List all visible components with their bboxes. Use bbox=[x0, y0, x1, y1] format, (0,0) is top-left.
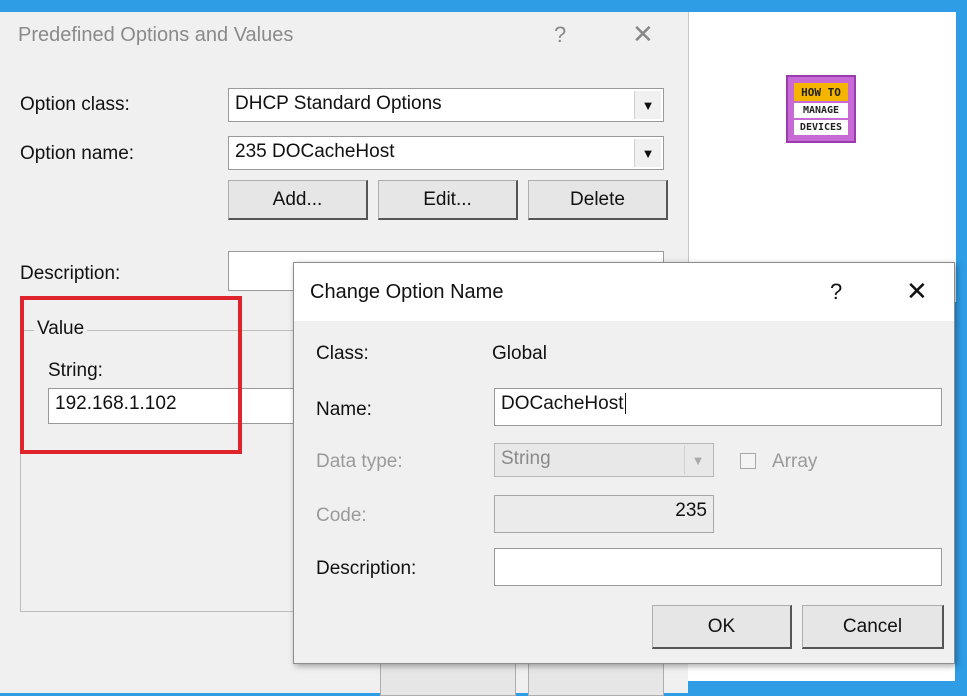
option-class-label: Option class: bbox=[20, 94, 130, 115]
name-label: Name: bbox=[316, 399, 372, 420]
help-icon[interactable]: ? bbox=[830, 279, 842, 305]
option-name-select[interactable]: 235 DOCacheHost ▼ bbox=[228, 136, 664, 170]
data-type-label: Data type: bbox=[316, 451, 403, 472]
how-to-manage-devices-logo: HOW TO MANAGE DEVICES bbox=[786, 75, 856, 143]
cancel-button-back[interactable] bbox=[528, 660, 664, 696]
code-value: 235 bbox=[675, 500, 707, 521]
ok-button-back[interactable] bbox=[380, 660, 516, 696]
option-class-value: DHCP Standard Options bbox=[235, 93, 442, 114]
close-icon[interactable]: ✕ bbox=[906, 276, 928, 307]
cancel-button[interactable]: Cancel bbox=[802, 605, 944, 649]
description-label: Description: bbox=[316, 558, 417, 579]
data-type-select[interactable]: String ▼ bbox=[494, 443, 714, 477]
delete-button[interactable]: Delete bbox=[528, 180, 668, 220]
add-button[interactable]: Add... bbox=[228, 180, 368, 220]
name-value: DOCacheHost bbox=[501, 393, 624, 414]
logo-line-2: MANAGE bbox=[794, 103, 848, 118]
logo-line-3: DEVICES bbox=[794, 120, 848, 135]
class-label: Class: bbox=[316, 343, 369, 364]
help-icon[interactable]: ? bbox=[554, 22, 566, 48]
description-input[interactable] bbox=[494, 548, 942, 586]
option-name-value: 235 DOCacheHost bbox=[235, 141, 395, 162]
chevron-down-icon[interactable]: ▼ bbox=[634, 91, 661, 119]
background-window bbox=[688, 12, 956, 302]
option-name-label: Option name: bbox=[20, 143, 135, 164]
array-checkbox[interactable] bbox=[740, 453, 756, 469]
array-label: Array bbox=[772, 451, 818, 472]
data-type-value: String bbox=[501, 448, 551, 469]
code-input[interactable]: 235 bbox=[494, 495, 714, 533]
chevron-down-icon[interactable]: ▼ bbox=[684, 446, 711, 474]
option-class-select[interactable]: DHCP Standard Options ▼ bbox=[228, 88, 664, 122]
edit-button[interactable]: Edit... bbox=[378, 180, 518, 220]
change-option-name-title: Change Option Name bbox=[310, 281, 504, 303]
class-value: Global bbox=[492, 343, 547, 364]
name-input[interactable]: DOCacheHost bbox=[494, 388, 942, 426]
chevron-down-icon[interactable]: ▼ bbox=[634, 139, 661, 167]
description-label: Description: bbox=[20, 263, 121, 284]
text-cursor bbox=[624, 393, 626, 414]
code-label: Code: bbox=[316, 505, 367, 526]
predefined-options-title: Predefined Options and Values bbox=[18, 24, 294, 46]
highlight-box bbox=[20, 296, 242, 454]
change-option-name-dialog: Change Option Name ? ✕ Class: Global Nam… bbox=[293, 262, 955, 664]
logo-line-1: HOW TO bbox=[794, 83, 848, 101]
close-icon[interactable]: ✕ bbox=[632, 19, 654, 50]
ok-button[interactable]: OK bbox=[652, 605, 792, 649]
